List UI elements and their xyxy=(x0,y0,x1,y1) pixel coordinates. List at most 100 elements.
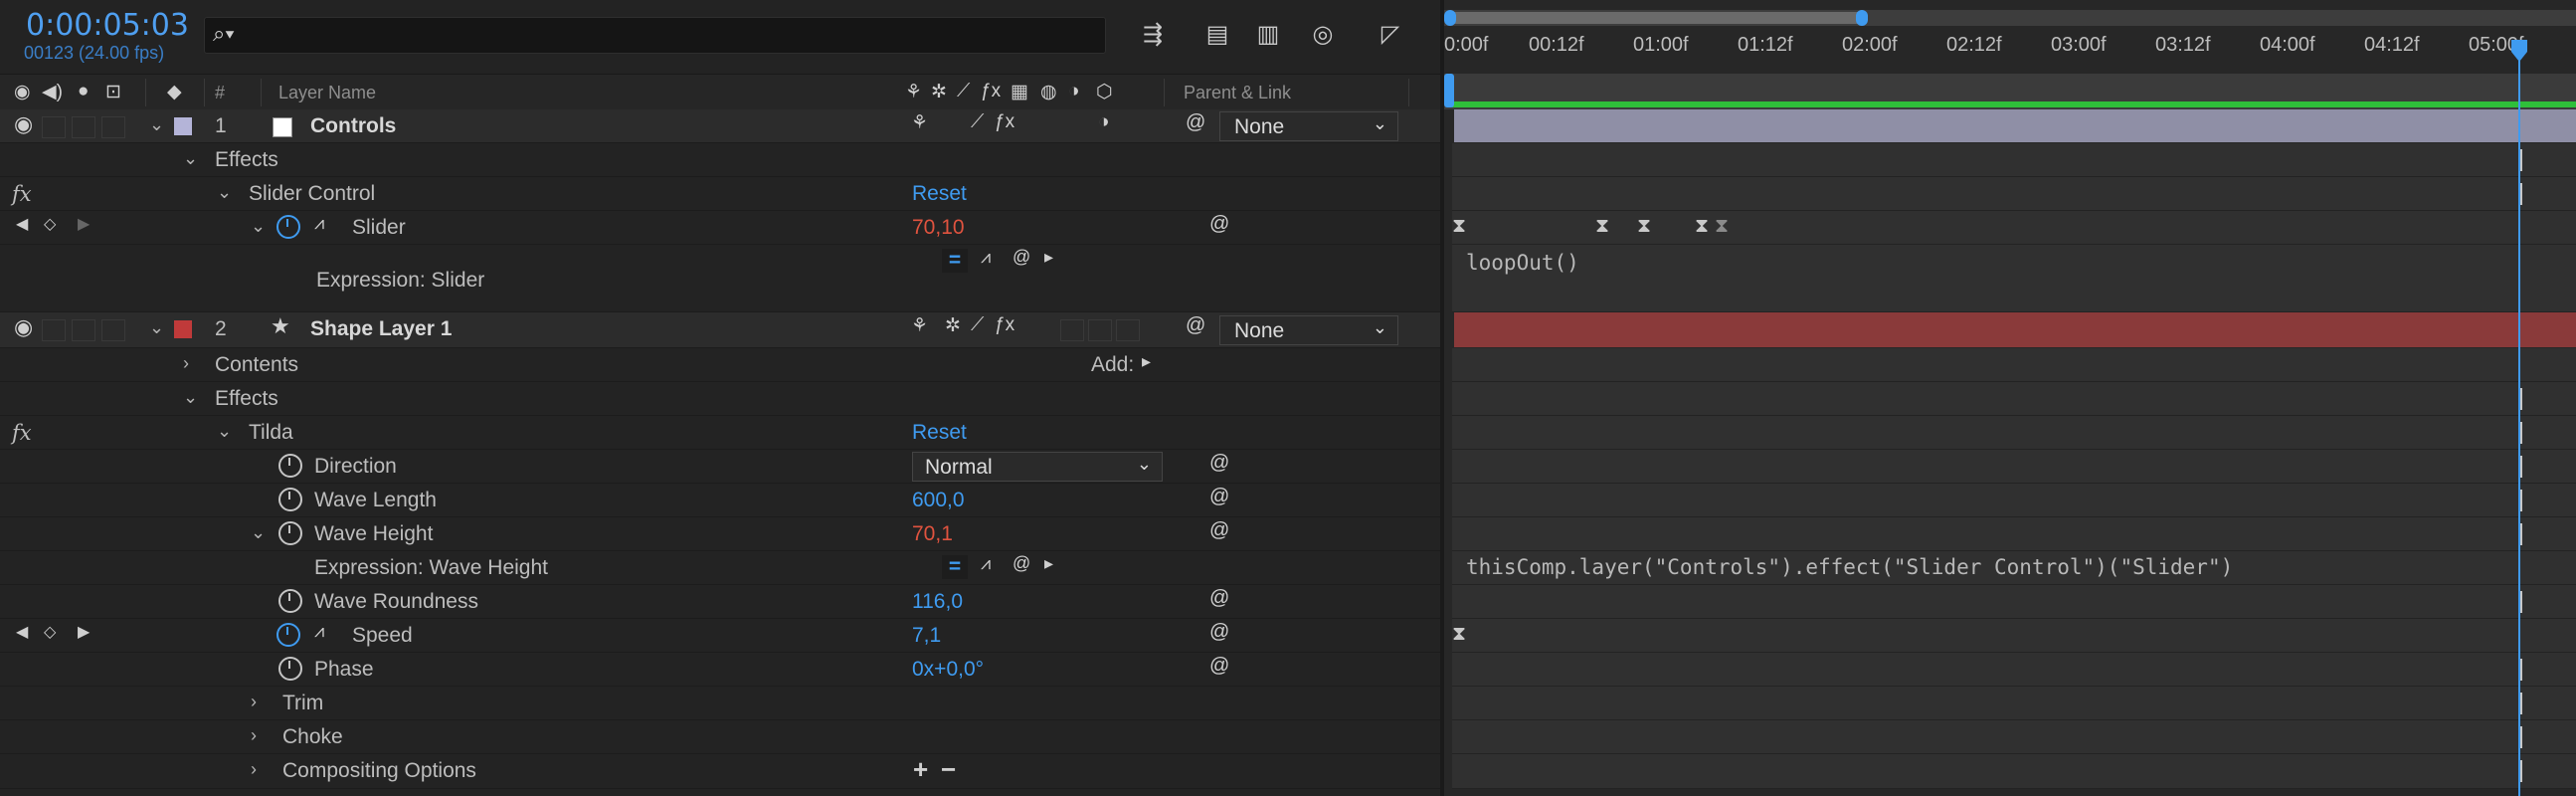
stopwatch-icon[interactable] xyxy=(276,215,300,239)
label-tag-icon[interactable]: ◆ xyxy=(167,81,182,103)
pick-whip-icon[interactable]: @ xyxy=(1209,655,1229,678)
3d-switch-icon[interactable]: ⬡ xyxy=(1096,81,1113,103)
draft-3d-icon[interactable]: ▤ xyxy=(1200,20,1234,50)
current-time-indicator-handle[interactable] xyxy=(2509,40,2529,64)
timeline-expression-field[interactable]: thisComp.layer("Controls").effect("Slide… xyxy=(1452,551,2576,585)
stopwatch-icon[interactable] xyxy=(278,488,302,511)
switch-cell[interactable] xyxy=(1060,319,1084,341)
keyframe-hold-icon[interactable]: ⧗ xyxy=(1715,215,1729,238)
lock-icon[interactable]: ⊡ xyxy=(105,81,121,103)
stopwatch-icon[interactable] xyxy=(278,454,302,478)
shy-switch-icon[interactable]: ⚘ xyxy=(911,314,928,337)
stopwatch-icon[interactable] xyxy=(278,521,302,545)
pick-whip-icon[interactable]: @ xyxy=(1209,519,1229,542)
chevron-down-icon[interactable]: ⌄ xyxy=(183,387,198,408)
fx-switch-icon[interactable]: ƒx xyxy=(995,314,1014,336)
shy-layers-icon[interactable]: ▥ xyxy=(1251,20,1285,50)
wave-roundness-value[interactable]: 116,0 xyxy=(912,590,963,614)
add-menu-button[interactable]: ▸ xyxy=(1142,351,1151,372)
quality-switch-icon[interactable]: ⟋ xyxy=(971,314,984,336)
parent-select[interactable]: None ⌄ xyxy=(1219,111,1398,141)
property-group-effects[interactable]: ⌄ Effects xyxy=(0,382,1444,416)
expression-text-wave-height[interactable]: thisComp.layer("Controls").effect("Slide… xyxy=(1466,555,2233,579)
layer-row-shape-layer-1[interactable]: ◉ ⌄ 2 ★ Shape Layer 1 ⚘ ✲ ⟋ ƒx @ None ⌄ xyxy=(0,312,1444,348)
pick-whip-icon[interactable]: @ xyxy=(1012,553,1030,574)
audio-toggle[interactable] xyxy=(42,116,66,138)
graph-icon[interactable]: ⩘ xyxy=(314,621,324,642)
next-keyframe-icon[interactable]: ▶ xyxy=(78,622,90,642)
work-area-start-handle[interactable] xyxy=(1444,74,1454,107)
effect-slider-control[interactable]: fx ⌄ Slider Control Reset xyxy=(0,177,1444,211)
eye-icon[interactable]: ◉ xyxy=(14,111,33,137)
collapse-switch-icon[interactable]: ✲ xyxy=(931,81,947,103)
adjustment-switch-icon[interactable]: ◑ xyxy=(1098,111,1109,133)
chevron-down-icon[interactable]: ⌄ xyxy=(149,114,164,135)
fx-icon[interactable]: fx xyxy=(12,421,32,445)
solo-icon[interactable]: ● xyxy=(78,81,89,102)
frame-blending-icon[interactable]: ◎ xyxy=(1306,20,1340,50)
motion-blur-switch-icon[interactable]: ◍ xyxy=(1040,81,1057,103)
adjustment-switch-icon[interactable]: ◑ xyxy=(1068,81,1079,102)
expression-enable-icon[interactable]: = xyxy=(942,249,968,273)
property-group-effects[interactable]: ⌄ Effects xyxy=(0,143,1444,177)
property-wave-length[interactable]: Wave Length 600,0 @ xyxy=(0,484,1444,517)
chevron-down-icon[interactable]: ⌄ xyxy=(149,317,164,338)
pick-whip-icon[interactable]: @ xyxy=(1209,213,1229,236)
parent-select[interactable]: None ⌄ xyxy=(1219,315,1398,345)
property-group-contents[interactable]: › Contents Add: ▸ xyxy=(0,348,1444,382)
expression-enable-icon[interactable]: = xyxy=(942,555,968,579)
quality-switch-icon[interactable]: ⟋ xyxy=(971,111,984,133)
layer-bar-controls[interactable] xyxy=(1454,109,2576,142)
property-wave-height[interactable]: ⌄ Wave Height 70,1 @ xyxy=(0,517,1444,551)
property-direction[interactable]: Direction Normal ⌄ @ xyxy=(0,450,1444,484)
graph-icon[interactable]: ⩘ xyxy=(314,213,324,234)
layer-name[interactable]: Shape Layer 1 xyxy=(310,317,452,341)
work-area-bar[interactable] xyxy=(1444,74,2576,109)
layer-bar-shape-layer-1[interactable] xyxy=(1454,312,2576,347)
pick-whip-icon[interactable]: @ xyxy=(1209,587,1229,610)
effect-tilda[interactable]: fx ⌄ Tilda Reset xyxy=(0,416,1444,450)
eye-icon[interactable]: ◉ xyxy=(14,314,33,340)
keyframe-hold-icon[interactable]: ⧗ xyxy=(1595,215,1609,238)
frame-blend-switch-icon[interactable]: ▦ xyxy=(1011,81,1028,103)
prev-keyframe-icon[interactable]: ◀ xyxy=(16,214,28,234)
switch-cell[interactable] xyxy=(1116,319,1140,341)
audio-toggle[interactable] xyxy=(42,319,66,341)
current-time-display[interactable]: 0:00:05:03 xyxy=(26,8,189,43)
pick-whip-icon[interactable]: @ xyxy=(1209,452,1229,475)
chevron-right-icon[interactable]: › xyxy=(251,759,257,780)
time-ruler[interactable]: 0:00f 00:12f 01:00f 01:12f 02:00f 02:12f… xyxy=(1444,26,2576,70)
property-slider[interactable]: ◀ ◇ ▶ ⌄ ⩘ Slider 70,10 @ xyxy=(0,211,1444,245)
graph-editor-icon[interactable]: ◸ xyxy=(1374,20,1407,50)
property-group-trim[interactable]: › Trim xyxy=(0,687,1444,720)
eye-icon[interactable]: ◉ xyxy=(14,81,31,103)
chevron-right-icon[interactable]: › xyxy=(251,692,257,712)
collapse-switch-icon[interactable]: ✲ xyxy=(945,314,961,337)
label-color-swatch[interactable] xyxy=(174,117,192,135)
property-phase[interactable]: Phase 0x+0,0° @ xyxy=(0,653,1444,687)
stopwatch-icon[interactable] xyxy=(278,589,302,613)
pick-whip-icon[interactable]: @ xyxy=(1012,247,1030,268)
chevron-right-icon[interactable]: › xyxy=(183,353,189,374)
phase-value[interactable]: 0x+0,0° xyxy=(912,658,984,682)
time-navigator-range[interactable] xyxy=(1448,12,1861,24)
pick-whip-icon[interactable]: @ xyxy=(1186,314,1205,337)
wave-height-value[interactable]: 70,1 xyxy=(912,522,953,546)
chevron-down-icon[interactable]: ⌄ xyxy=(217,182,232,203)
solo-toggle[interactable] xyxy=(72,319,95,341)
fx-switch-icon[interactable]: ƒx xyxy=(995,111,1014,133)
layer-row-controls[interactable]: ◉ ⌄ 1 Controls ⚘ ⟋ ƒx ◑ @ None ⌄ xyxy=(0,109,1444,143)
solo-toggle[interactable] xyxy=(72,116,95,138)
direction-select[interactable]: Normal ⌄ xyxy=(912,452,1163,482)
remove-mask-icon[interactable]: − xyxy=(941,754,956,785)
chevron-down-icon[interactable]: ⌄ xyxy=(251,216,266,237)
lock-toggle[interactable] xyxy=(101,319,125,341)
pick-whip-icon[interactable]: @ xyxy=(1209,621,1229,644)
switch-cell[interactable] xyxy=(1088,319,1112,341)
audio-icon[interactable]: ◀) xyxy=(42,81,63,103)
add-keyframe-icon[interactable]: ◇ xyxy=(44,214,56,234)
reset-button[interactable]: Reset xyxy=(912,421,967,445)
keyframe-hold-icon[interactable]: ⧗ xyxy=(1452,215,1466,238)
property-group-choke[interactable]: › Choke xyxy=(0,720,1444,754)
graph-icon[interactable]: ⩘ xyxy=(981,247,991,268)
